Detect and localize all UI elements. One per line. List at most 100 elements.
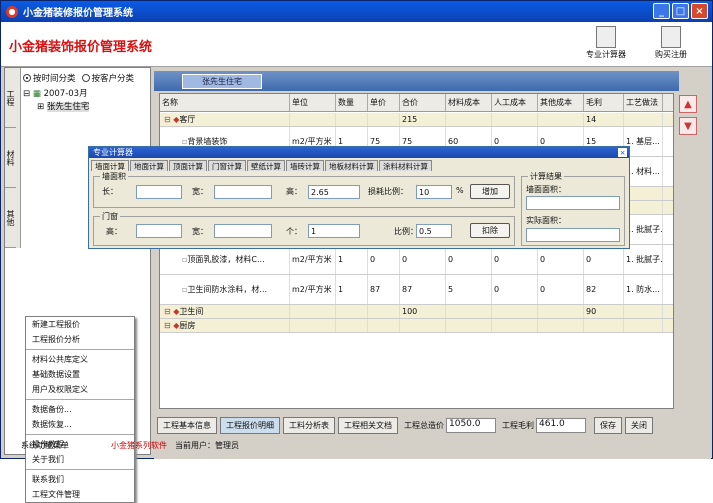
maximize-button[interactable]: □: [672, 3, 689, 19]
add-button[interactable]: 增加: [470, 184, 510, 199]
dialog-tabs: 墙面计算 地面计算 顶面计算 门窗计算 壁纸计算 墙砖计算 地板材料计算 涂料材料计算: [91, 160, 433, 171]
cell-name: ⊟ ◆ 卫生间: [160, 305, 290, 318]
dialog-tab[interactable]: 地面计算: [130, 160, 168, 171]
cell-value: [290, 319, 336, 332]
cell-value: [368, 113, 400, 126]
close-button[interactable]: 关闭: [625, 416, 653, 434]
menu-backup[interactable]: 数据备份...: [26, 402, 134, 417]
cell-note: [624, 305, 663, 318]
subtract-button[interactable]: 扣除: [470, 223, 510, 238]
minimize-button[interactable]: _: [653, 3, 670, 19]
count-input[interactable]: 1: [308, 224, 360, 238]
tab-basic-info[interactable]: 工程基本信息: [157, 416, 217, 434]
column-header[interactable]: 材料成本: [446, 94, 492, 111]
menu-base-data[interactable]: 基础数据设置: [26, 367, 134, 382]
menu-about[interactable]: 关于我们: [26, 452, 134, 467]
area-label: 墙面面积：: [526, 185, 566, 194]
column-header[interactable]: 毛利: [584, 94, 624, 111]
tree-node-project[interactable]: ⊞ 张先生住宅: [23, 101, 90, 114]
dialog-tab[interactable]: 墙砖计算: [286, 160, 324, 171]
cell-name: ▫ 顶面乳胶漆，材料C...: [160, 245, 290, 274]
table-group-row[interactable]: ⊟ ◆ 厨房: [160, 319, 673, 333]
column-header[interactable]: 合价: [400, 94, 446, 111]
dialog-tab[interactable]: 涂料材料计算: [379, 160, 432, 171]
vtab-material[interactable]: 材料: [5, 128, 16, 188]
tab-quote-detail[interactable]: 工程报价明细: [220, 416, 280, 434]
cell-value: 82: [584, 275, 624, 304]
radio-by-client[interactable]: 按客户分类: [81, 72, 134, 84]
cell-value: 0: [492, 245, 538, 274]
cell-value: 0: [400, 245, 446, 274]
menu-new-project[interactable]: 新建工程报价: [26, 317, 134, 332]
table-row[interactable]: ▫ 顶面乳胶漆，材料C...m2/平方米10000001. 批腻子...: [160, 245, 673, 275]
project-tabstrip: 张先生住宅: [154, 71, 679, 91]
sidebar: 工程 材料 其他 按时间分类 按客户分类 ⊟ ▦ 2007-03月 ⊞ 张先生住…: [4, 67, 151, 503]
dialog-close-button[interactable]: ×: [618, 148, 627, 157]
vtab-other[interactable]: 其他: [5, 188, 16, 248]
move-up-button[interactable]: ▲: [679, 95, 697, 113]
cell-value: [584, 319, 624, 332]
door-width-input[interactable]: [214, 224, 272, 238]
calculator-button[interactable]: 专业计算器: [581, 26, 631, 60]
cell-value: 0: [584, 245, 624, 274]
wall-width-input[interactable]: [214, 185, 272, 199]
wall-height-input[interactable]: 2.65: [308, 185, 360, 199]
header: 小金猪装饰报价管理系统 专业计算器 购买注册: [1, 22, 712, 67]
radio-by-time[interactable]: 按时间分类: [23, 72, 76, 84]
tab-documents[interactable]: 工程相关文档: [338, 416, 398, 434]
cell-note: 1. 批腻子...: [624, 245, 663, 274]
table-group-row[interactable]: ⊟ ◆ 卫生间 100 90: [160, 305, 673, 319]
dialog-tab[interactable]: 门窗计算: [208, 160, 246, 171]
cell-value: 215: [400, 113, 446, 126]
cell-value: [290, 305, 336, 318]
project-tree: ⊟ ▦ 2007-03月 ⊞ 张先生住宅: [23, 88, 90, 114]
menu-user-rights[interactable]: 用户及权限定义: [26, 382, 134, 397]
dialog-tab[interactable]: 地板材料计算: [325, 160, 378, 171]
tab-material-analysis[interactable]: 工料分析表: [283, 416, 335, 434]
cell-value: [492, 319, 538, 332]
tree-node-month[interactable]: ⊟ ▦ 2007-03月: [23, 88, 89, 101]
system-menu-button[interactable]: 系统功能菜单: [21, 440, 111, 451]
dialog-tab[interactable]: 墙面计算: [91, 160, 129, 171]
register-button[interactable]: 购买注册: [646, 26, 696, 60]
cell-value: [368, 319, 400, 332]
save-button[interactable]: 保存: [594, 416, 622, 434]
column-header[interactable]: 名称: [160, 94, 290, 111]
dialog-tab[interactable]: 顶面计算: [169, 160, 207, 171]
menu-contact[interactable]: 联系我们: [26, 472, 134, 487]
menu-restore[interactable]: 数据恢复...: [26, 417, 134, 432]
cell-value: [446, 319, 492, 332]
column-header[interactable]: 数量: [336, 94, 368, 111]
loss-input[interactable]: 10: [416, 185, 452, 199]
vtab-project[interactable]: 工程: [5, 68, 16, 128]
cell-value: 1: [336, 275, 368, 304]
dialog-tab[interactable]: 壁纸计算: [247, 160, 285, 171]
column-header[interactable]: 工艺做法: [624, 94, 663, 111]
net-area-output[interactable]: [526, 228, 620, 242]
cell-value: [336, 319, 368, 332]
cell-value: [492, 305, 538, 318]
cell-value: [538, 113, 584, 126]
column-header[interactable]: 单价: [368, 94, 400, 111]
ratio-input[interactable]: 0.5: [416, 224, 452, 238]
table-row[interactable]: ▫ 卫生间防水涂料，材... m2/平方米 1 87 87 5 0 0 82 1. 防水...: [160, 275, 673, 305]
column-header[interactable]: 其他成本: [538, 94, 584, 111]
quote-table: 名称 单位 数量 单价 合价 材料成本 人工成本 其他成本 毛利 工艺做法 ⊟ ◆ 客厅 215 14…: [159, 93, 674, 409]
column-header[interactable]: 单位: [290, 94, 336, 111]
menu-separator: [26, 349, 134, 350]
menu-separator: [26, 399, 134, 400]
column-header[interactable]: 人工成本: [492, 94, 538, 111]
table-group-row[interactable]: ⊟ ◆ 客厅 215 14: [160, 113, 673, 127]
close-button[interactable]: ×: [691, 3, 708, 19]
menu-material-lib[interactable]: 材料公共库定义: [26, 352, 134, 367]
area-output[interactable]: [526, 196, 620, 210]
total-profit-value: 461.0: [536, 417, 586, 433]
move-down-button[interactable]: ▼: [679, 117, 697, 135]
project-tab[interactable]: 张先生住宅: [182, 74, 262, 89]
menu-file-mgmt[interactable]: 工程文件管理: [26, 487, 134, 502]
wall-long-input[interactable]: [136, 185, 182, 199]
app-window: ● 小金猪装修报价管理系统 _ □ × 小金猪装饰报价管理系统 专业计算器 购买…: [0, 0, 713, 503]
long-label: 长：: [102, 187, 118, 196]
door-height-input[interactable]: [136, 224, 182, 238]
menu-analysis[interactable]: 工程报价分析: [26, 332, 134, 347]
